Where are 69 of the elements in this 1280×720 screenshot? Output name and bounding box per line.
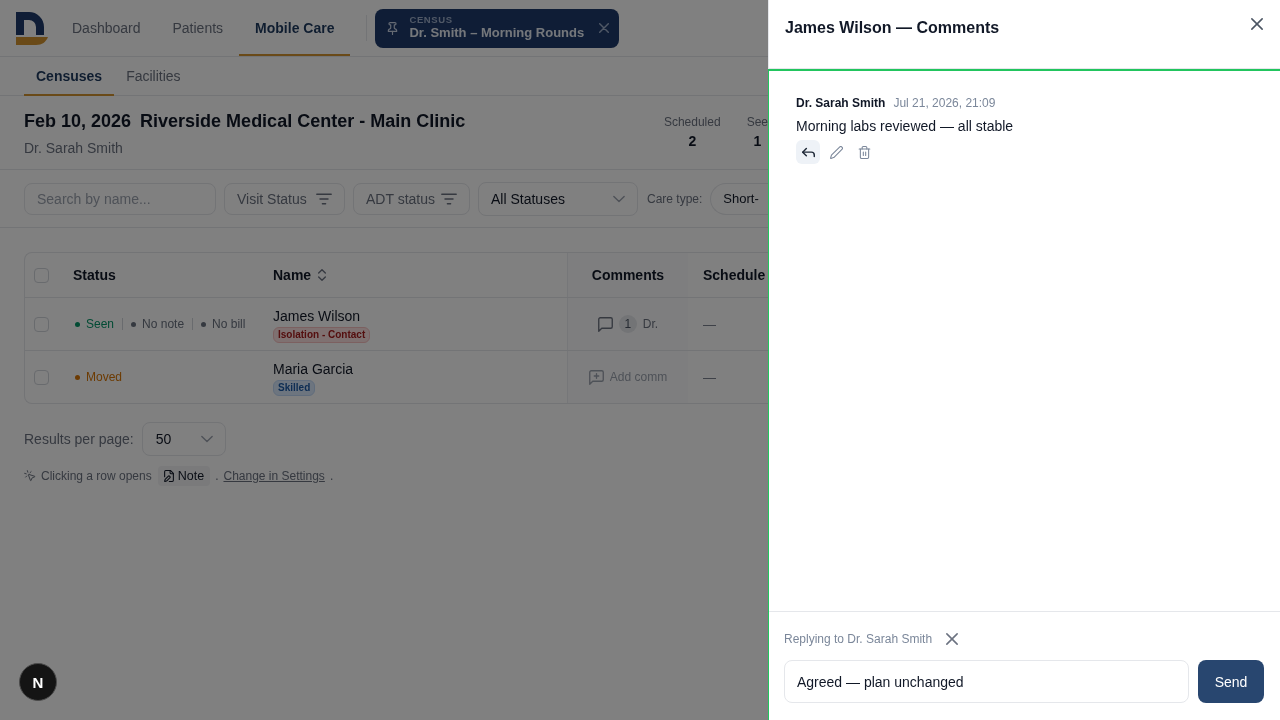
hint-text: Clicking a row opens [41,468,152,484]
stat-label: Scheduled [663,114,721,130]
note-icon [162,470,175,482]
comment-input[interactable]: Agreed — plan unchanged [784,660,1189,703]
column-header: Comments [591,267,665,283]
column-header: Status [73,267,116,283]
chip-caption: CENSUS [409,15,453,26]
close-icon [1251,18,1263,30]
stat-label: See [746,114,768,130]
nav-tab[interactable]: Dashboard [56,0,157,56]
pointer-click-icon [24,470,36,482]
care-type-label: Care type: [647,191,703,206]
care-tag: Isolation - Contact [273,326,371,343]
sort-icon[interactable] [316,269,329,281]
replying-to-label: Replying to Dr. Sarah Smith [784,631,933,648]
chip-title: Dr. Smith – Morning Rounds [409,26,585,41]
drawer-title: James Wilson — Comments [785,18,1000,38]
care-tag: Skilled [273,379,316,396]
comment-preview[interactable]: Dr. [642,317,659,331]
filter-button[interactable]: ADT status [353,182,470,215]
census-chip[interactable]: CENSUS Dr. Smith – Morning Rounds [375,8,620,48]
nav-tab[interactable]: Patients [156,0,240,56]
pin-icon [386,21,400,35]
status-label: Seen [86,317,115,331]
comment-icon [597,316,613,332]
settings-link[interactable]: Change in Settings [223,468,325,484]
close-button[interactable] [1251,18,1263,30]
nav-tab[interactable]: Mobile Care [239,0,351,56]
cancel-reply-button[interactable] [946,633,959,645]
column-header: Schedule [703,267,766,283]
reply-icon [801,145,815,159]
sub-tab[interactable]: Facilities [114,57,193,96]
close-icon [946,633,959,645]
close-icon [599,23,610,33]
stat-value: 2 [688,132,697,150]
status-select[interactable]: All Statuses [478,181,638,216]
schedule-value: — [703,316,716,332]
status-label: No bill [212,317,246,331]
sub-tab[interactable]: Censuses [24,57,115,96]
care-type-pill[interactable]: Short- [710,182,768,215]
filter-icon [441,190,457,207]
provider-name: Dr. Sarah Smith [24,139,123,158]
reply-button[interactable] [796,140,820,164]
results-label: Results per page: [24,431,134,447]
comment-count[interactable]: 1 [618,315,637,333]
send-button[interactable]: Send [1198,660,1264,703]
comment-author: Dr. Sarah Smith [796,95,886,111]
comment-plus-icon [588,369,604,385]
chevron-down-icon [200,433,213,445]
note-chip-label: Note [177,468,205,484]
stat-value: 1 [753,132,762,150]
comment-text: Morning labs reviewed — all stable [796,117,1015,136]
page-size-select[interactable]: 50 [141,422,226,456]
status-label: No note [142,317,185,331]
facility-name: Riverside Medical Center - Main Clinic [140,110,466,132]
pencil-icon [829,145,843,159]
filter-button[interactable]: Visit Status [224,182,345,215]
logo-icon [16,11,48,45]
patient-name: James Wilson [273,306,361,326]
schedule-value: — [703,369,716,385]
status-label: Moved [86,370,123,384]
comment-time: Jul 21, 2026, 21:09 [893,95,996,111]
trash-icon [857,145,871,159]
filter-icon [316,190,332,207]
hint-punctuation: . [329,468,334,484]
patient-name: Maria Garcia [273,359,354,379]
hint-punctuation: . [215,468,219,484]
census-date: Feb 10, 2026 [24,110,132,132]
column-header[interactable]: Name [273,267,312,283]
